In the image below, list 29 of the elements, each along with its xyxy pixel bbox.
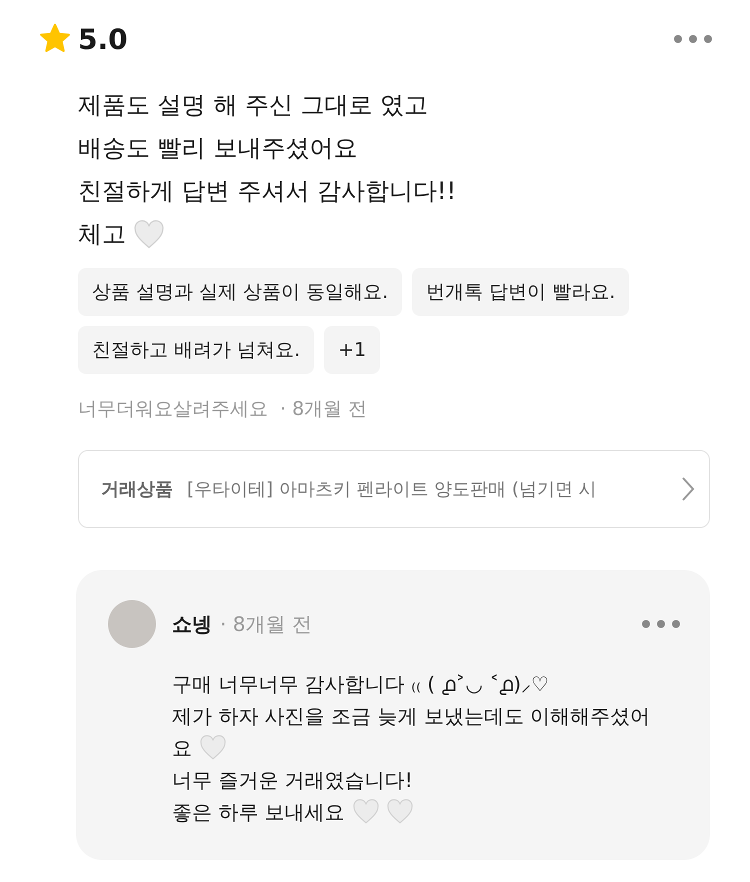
text-line: 친절하게 답변 주셔서 감사합니다!! — [78, 176, 456, 207]
text-line: 제가 하자 사진을 조금 늦게 보냈는데도 이해해주셨어 — [172, 703, 650, 730]
more-icon[interactable] — [642, 620, 680, 628]
avatar — [108, 600, 156, 648]
review-tag: 번개톡 답변이 빨라요. — [412, 268, 630, 316]
product-link[interactable]: 거래상품 [우타이테] 아마츠키 펜라이트 양도판매 (넘기면 시 — [78, 450, 710, 528]
text-line: 구매 너무너무 감사합니다 ₍₍ ( ൧˃◡ ˂൧)⸝♡ — [172, 671, 549, 698]
review-tag: 상품 설명과 실제 상품이 동일해요. — [78, 268, 402, 316]
text-line: 요 — [172, 735, 192, 762]
text-line: 체고 — [78, 219, 126, 250]
product-label: 거래상품 — [101, 478, 173, 501]
text-line: 너무 즐거운 거래였습니다! — [172, 767, 413, 794]
heart-icon — [200, 735, 226, 761]
text-line: 제품도 설명 해 주신 그대로 였고 — [78, 90, 428, 121]
product-title: [우타이테] 아마츠키 펜라이트 양도판매 (넘기면 시 — [187, 478, 598, 501]
text-line: 좋은 하루 보내세요 — [172, 799, 345, 826]
chevron-right-icon — [681, 476, 695, 502]
reply-time: · 8개월 전 — [220, 610, 313, 638]
more-icon[interactable] — [674, 35, 712, 43]
heart-icon — [352, 799, 379, 825]
text-line: 배송도 빨리 보내주셨어요 — [78, 133, 358, 164]
heart-icon — [134, 220, 164, 250]
reviewer-name: 너무더워요살려주세요 — [78, 397, 268, 422]
reply-author: 쇼넹 — [172, 610, 212, 638]
review-time: · 8개월 전 — [280, 397, 368, 422]
review-tag: +1 — [324, 326, 380, 374]
heart-icon — [386, 799, 413, 825]
rating-score: 5.0 — [78, 22, 128, 56]
review-tag: 친절하고 배려가 넘쳐요. — [78, 326, 314, 374]
